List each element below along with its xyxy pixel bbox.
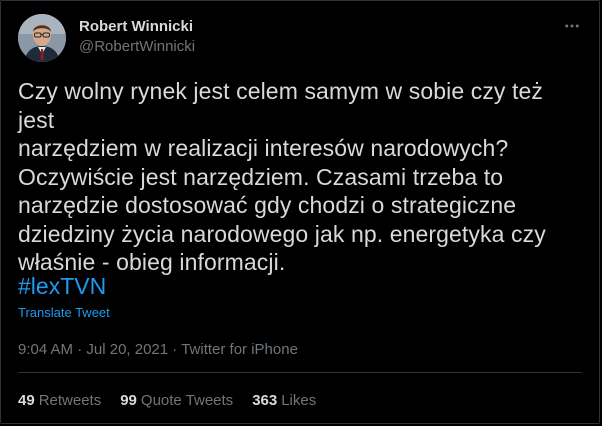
tweet-date[interactable]: Jul 20, 2021 bbox=[86, 341, 168, 358]
author-display-name[interactable]: Robert Winnicki bbox=[79, 17, 195, 36]
more-options-button[interactable] bbox=[561, 15, 583, 37]
likes-stat[interactable]: 363 Likes bbox=[252, 391, 316, 410]
tweet-card: Robert Winnicki @RobertWinnicki Czy woln… bbox=[0, 0, 600, 424]
quote-tweets-count: 99 bbox=[120, 392, 137, 409]
tweet-source[interactable]: Twitter for iPhone bbox=[181, 341, 298, 358]
translate-tweet-link[interactable]: Translate Tweet bbox=[18, 305, 110, 321]
tweet-header: Robert Winnicki @RobertWinnicki bbox=[18, 13, 587, 62]
tweet-text: Czy wolny rynek jest celem samym w sobie… bbox=[18, 78, 546, 275]
tweet-time[interactable]: 9:04 AM bbox=[18, 341, 73, 358]
author-names: Robert Winnicki @RobertWinnicki bbox=[79, 17, 195, 56]
retweets-label: Retweets bbox=[38, 392, 102, 409]
retweets-stat[interactable]: 49 Retweets bbox=[18, 391, 101, 410]
likes-count: 363 bbox=[252, 392, 278, 409]
likes-label: Likes bbox=[281, 392, 317, 409]
tweet-stats: 49 Retweets 99 Quote Tweets 363 Likes bbox=[18, 391, 316, 410]
hashtag-link[interactable]: #lexTVN bbox=[18, 272, 106, 300]
quote-tweets-label: Quote Tweets bbox=[140, 392, 234, 409]
meta-separator-2: · bbox=[168, 341, 182, 358]
author-handle[interactable]: @RobertWinnicki bbox=[79, 37, 195, 56]
retweets-count: 49 bbox=[18, 392, 35, 409]
more-horizontal-icon bbox=[565, 24, 579, 28]
meta-separator: · bbox=[73, 341, 87, 358]
quote-tweets-stat[interactable]: 99 Quote Tweets bbox=[120, 391, 233, 410]
avatar-photo bbox=[18, 14, 66, 62]
avatar[interactable] bbox=[18, 14, 66, 62]
divider bbox=[18, 372, 582, 373]
tweet-meta: 9:04 AM · Jul 20, 2021 · Twitter for iPh… bbox=[18, 340, 298, 359]
